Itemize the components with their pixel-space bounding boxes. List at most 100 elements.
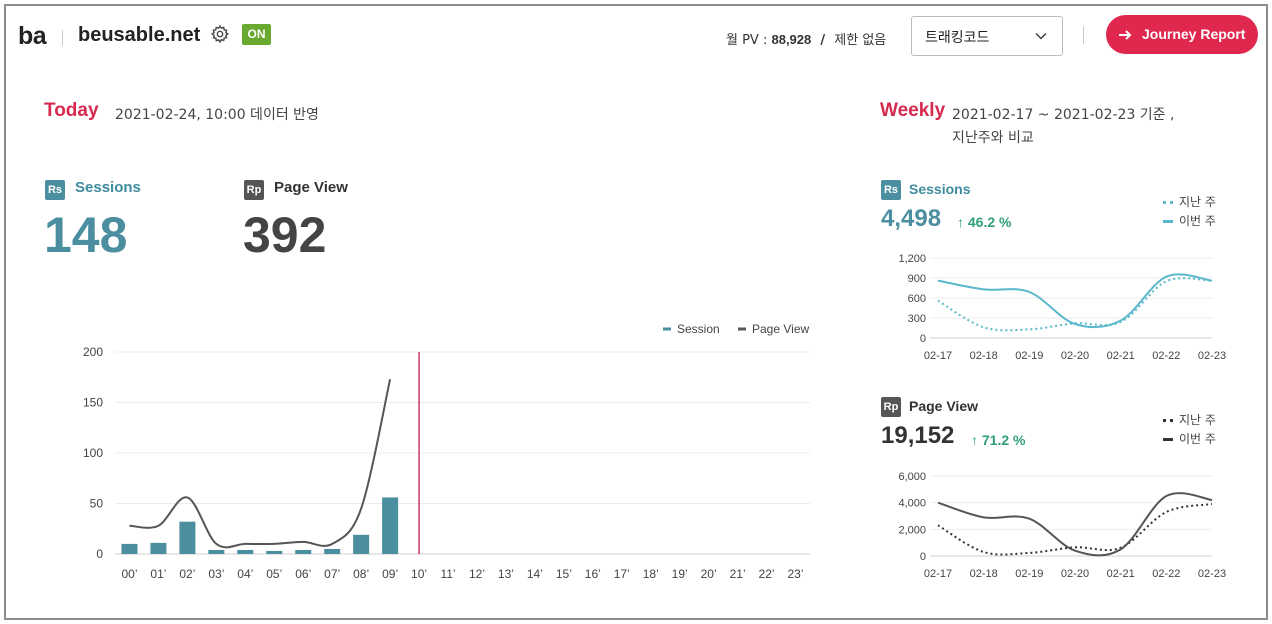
x-tick-label: 02-19 [1015, 350, 1043, 362]
legend-session-label: Session [677, 322, 720, 336]
session-bar [121, 543, 138, 554]
weekly-sessions-legend: 지난 주 이번 주 [1163, 193, 1216, 231]
weekly-pageview-icon: Rp [881, 397, 901, 417]
x-tick-label: 09’ [382, 567, 398, 581]
session-bar [237, 549, 254, 554]
x-tick-label: 07’ [324, 567, 340, 581]
x-tick-label: 03’ [208, 567, 224, 581]
x-tick-label: 02-18 [970, 568, 998, 580]
session-bar [150, 542, 167, 554]
session-bar [266, 550, 283, 554]
session-bar [208, 549, 225, 554]
x-tick-label: 17’ [614, 567, 630, 581]
weekly-pageview-change: ↑ 71.2 % [971, 432, 1026, 448]
x-tick-label: 06’ [295, 567, 311, 581]
sessions-label: Sessions [75, 179, 141, 196]
site-name: beusable.net [78, 24, 201, 46]
y-tick-label: 200 [83, 345, 103, 359]
journey-report-button[interactable]: Journey Report [1106, 15, 1258, 54]
session-bar [295, 549, 312, 554]
x-tick-label: 11’ [440, 567, 455, 581]
x-tick-label: 23’ [788, 567, 804, 581]
app-logo[interactable]: ba [18, 22, 47, 51]
this-week-line [937, 273, 1213, 329]
weekly-pageview-legend: 지난 주 이번 주 [1163, 411, 1216, 449]
x-tick-label: 08’ [353, 567, 369, 581]
legend-this-week: 이번 주 [1179, 432, 1216, 446]
x-tick-label: 02-18 [970, 350, 998, 362]
y-tick-label: 300 [908, 313, 926, 325]
select-value: 트래킹코드 [925, 30, 990, 46]
x-tick-label: 02-22 [1152, 568, 1180, 580]
pageview-line [129, 379, 392, 549]
x-tick-label: 16’ [585, 567, 601, 581]
y-tick-label: 0 [920, 333, 926, 345]
pv-limit: 제한 없음 [834, 33, 887, 48]
y-tick-label: 2,000 [898, 524, 926, 536]
weekly-sessions-change: ↑ 46.2 % [957, 214, 1012, 230]
monthly-pv: 월 PV : 88,928 / 제한 없음 [726, 29, 886, 48]
legend-last-week: 지난 주 [1179, 413, 1216, 427]
x-tick-label: 00’ [121, 567, 137, 581]
x-tick-label: 01’ [150, 567, 166, 581]
y-tick-label: 900 [908, 273, 926, 285]
x-tick-label: 02-17 [924, 350, 952, 362]
y-tick-label: 150 [83, 396, 103, 410]
weekly-pageview-label: Page View [909, 398, 979, 414]
y-tick-label: 1,200 [898, 253, 926, 265]
weekly-pageview-chart: 0 2,000 4,000 6,000 02-17 02-18 02-19 02-20 02-2… [898, 471, 1226, 580]
x-tick-label: 02-22 [1152, 350, 1180, 362]
status-badge: ON [242, 24, 271, 45]
y-tick-label: 50 [90, 497, 104, 511]
today-title: Today [44, 100, 99, 121]
journey-report-label: Journey Report [1142, 26, 1246, 42]
last-week-line [937, 277, 1213, 332]
x-tick-label: 02’ [179, 567, 195, 581]
x-tick-label: 18’ [643, 567, 659, 581]
chevron-down-icon [1035, 32, 1047, 40]
x-tick-label: 05’ [266, 567, 282, 581]
y-tick-label: 6,000 [898, 471, 926, 483]
x-tick-label: 21’ [730, 567, 746, 581]
session-bar [324, 548, 341, 554]
x-tick-label: 04’ [237, 567, 253, 581]
session-bar [179, 521, 196, 554]
weekly-compare-note: 지난주와 비교 [952, 130, 1034, 146]
pageview-label: Page View [274, 179, 348, 196]
x-tick-label: 02-23 [1198, 350, 1226, 362]
legend-last-week: 지난 주 [1179, 195, 1216, 209]
weekly-sessions-chart: 0 300 600 900 1,200 02-17 02-18 02-19 02-20 02-21… [898, 253, 1226, 362]
y-tick-label: 100 [83, 446, 103, 460]
legend-pageview-label: Page View [752, 322, 809, 336]
x-tick-label: 20’ [701, 567, 717, 581]
y-tick-label: 600 [908, 293, 926, 305]
session-bar [353, 534, 370, 554]
weekly-title: Weekly [880, 100, 946, 121]
weekly-date: 2021-02-17 ~ 2021-02-23 기준 , 지난주와 비교 [952, 104, 1174, 150]
x-tick-label: 02-21 [1107, 350, 1135, 362]
y-tick-label: 0 [96, 547, 103, 561]
weekly-date-range: 2021-02-17 ~ 2021-02-23 기준 , [952, 107, 1175, 123]
arrow-right-icon [1119, 30, 1132, 40]
divider [1083, 26, 1084, 44]
today-hourly-chart: 0 50 100 150 200 00’ 01’ 02’ 03’ 04’ 05’ 06’ 07’ 08’ 0… [83, 322, 810, 581]
legend-this-week: 이번 주 [1179, 214, 1216, 228]
x-tick-label: 15’ [556, 567, 572, 581]
pv-slash: / [820, 33, 826, 48]
pageview-icon: Rp [244, 180, 264, 200]
x-tick-label: 02-20 [1061, 350, 1089, 362]
weekly-pageview-value: 19,152 [881, 422, 955, 449]
today-date: 2021-02-24, 10:00 데이터 반영 [115, 107, 319, 123]
pageview-value: 392 [243, 207, 327, 263]
sessions-icon: Rs [45, 180, 65, 200]
x-tick-label: 19’ [672, 567, 688, 581]
weekly-sessions-value: 4,498 [881, 205, 942, 232]
pv-label: 월 PV : [726, 33, 768, 48]
x-tick-label: 02-20 [1061, 568, 1089, 580]
gear-icon[interactable] [210, 24, 230, 44]
x-tick-label: 02-17 [924, 568, 952, 580]
x-tick-label: 02-23 [1198, 568, 1226, 580]
tracking-code-select[interactable]: 트래킹코드 [911, 16, 1063, 56]
y-tick-label: 4,000 [898, 498, 926, 510]
pv-value: 88,928 [771, 32, 812, 47]
